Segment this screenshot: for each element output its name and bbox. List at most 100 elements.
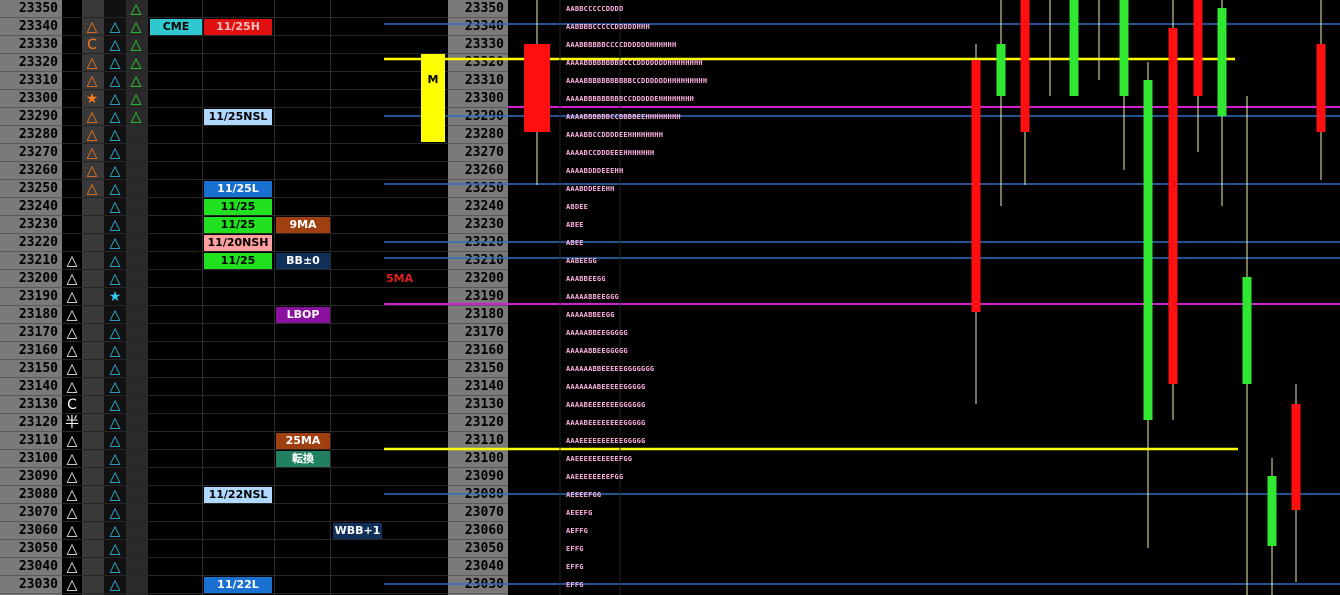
price-level[interactable]: 23120 [0, 414, 62, 432]
price-level[interactable]: 23240 [448, 198, 508, 216]
price-level[interactable]: 23060 [0, 522, 62, 540]
price-level[interactable]: 23280 [448, 126, 508, 144]
price-level[interactable]: 23060 [448, 522, 508, 540]
price-level[interactable]: 23310 [448, 72, 508, 90]
price-level[interactable]: 23260 [448, 162, 508, 180]
price-level[interactable]: 23240 [0, 198, 62, 216]
triangle-icon: △ [109, 55, 121, 71]
level-label[interactable]: 11/20NSH [204, 235, 272, 251]
price-level[interactable]: 23050 [448, 540, 508, 558]
level-label[interactable]: 11/25 [204, 199, 272, 215]
price-level[interactable]: 23170 [448, 324, 508, 342]
level-label[interactable]: 11/25H [204, 19, 272, 35]
price-level[interactable]: 23290 [0, 108, 62, 126]
price-level[interactable]: 23270 [448, 144, 508, 162]
price-level[interactable]: 23160 [0, 342, 62, 360]
triangle-icon: △ [66, 559, 78, 575]
price-level[interactable]: 23090 [448, 468, 508, 486]
price-level[interactable]: 23140 [448, 378, 508, 396]
triangle-icon: △ [109, 217, 121, 233]
price-level[interactable]: 23230 [448, 216, 508, 234]
price-level[interactable]: 23150 [0, 360, 62, 378]
price-level[interactable]: 23030 [0, 576, 62, 594]
price-level[interactable]: 23110 [448, 432, 508, 450]
price-level[interactable]: 23110 [0, 432, 62, 450]
price-level[interactable]: 23300 [0, 90, 62, 108]
price-level[interactable]: 23210 [448, 252, 508, 270]
price-level[interactable]: 23170 [0, 324, 62, 342]
price-level[interactable]: 23270 [0, 144, 62, 162]
grid-line [82, 485, 104, 486]
price-level[interactable]: 23250 [448, 180, 508, 198]
price-level[interactable]: 23230 [0, 216, 62, 234]
level-label[interactable]: 11/25L [204, 181, 272, 197]
price-level[interactable]: 23180 [448, 306, 508, 324]
price-level[interactable]: 23130 [448, 396, 508, 414]
grid-line [384, 503, 448, 504]
price-level[interactable]: 23320 [448, 54, 508, 72]
c-mark-icon: C [87, 37, 97, 53]
level-label[interactable]: 11/22NSL [204, 487, 272, 503]
price-level[interactable]: 23320 [0, 54, 62, 72]
price-level[interactable]: 23350 [448, 0, 508, 18]
price-level[interactable]: 23310 [0, 72, 62, 90]
grid-line [148, 413, 384, 414]
price-level[interactable]: 23350 [0, 0, 62, 18]
grid-line [384, 467, 448, 468]
price-level[interactable]: 23130 [0, 396, 62, 414]
price-level[interactable]: 23200 [448, 270, 508, 288]
level-label[interactable]: 9MA [276, 217, 330, 233]
level-label[interactable]: LBOP [276, 307, 330, 323]
price-level[interactable]: 23150 [448, 360, 508, 378]
price-level[interactable]: 23180 [0, 306, 62, 324]
price-level[interactable]: 23330 [448, 36, 508, 54]
tpo-row: AAABBEEGG [566, 275, 606, 283]
price-level[interactable]: 23030 [448, 576, 508, 594]
level-label[interactable]: 11/25 [204, 217, 272, 233]
level-label[interactable]: WBB+1 [333, 523, 382, 539]
price-level[interactable]: 23290 [448, 108, 508, 126]
price-level[interactable]: 23330 [0, 36, 62, 54]
triangle-icon: △ [66, 487, 78, 503]
price-level[interactable]: 23190 [0, 288, 62, 306]
level-label[interactable]: 転換 [276, 451, 330, 467]
price-level[interactable]: 23250 [0, 180, 62, 198]
price-level[interactable]: 23090 [0, 468, 62, 486]
price-level[interactable]: 23300 [448, 90, 508, 108]
tpo-row: AABEEGG [566, 257, 597, 265]
grid-line [62, 89, 82, 90]
grid-line [126, 305, 148, 306]
price-level[interactable]: 23220 [448, 234, 508, 252]
level-label[interactable]: 11/25 [204, 253, 272, 269]
triangle-icon: △ [109, 253, 121, 269]
level-label[interactable]: CME [150, 19, 202, 35]
level-label[interactable]: 11/25NSL [204, 109, 272, 125]
price-level[interactable]: 23160 [448, 342, 508, 360]
price-level[interactable]: 23100 [448, 450, 508, 468]
price-level[interactable]: 23220 [0, 234, 62, 252]
price-level[interactable]: 23210 [0, 252, 62, 270]
price-level[interactable]: 23070 [448, 504, 508, 522]
triangle-icon: △ [66, 541, 78, 557]
triangle-icon: △ [109, 559, 121, 575]
level-label[interactable]: BB±0 [276, 253, 330, 269]
price-level[interactable]: 23080 [0, 486, 62, 504]
grid-line [148, 251, 384, 252]
price-level[interactable]: 23140 [0, 378, 62, 396]
price-level[interactable]: 23100 [0, 450, 62, 468]
price-level[interactable]: 23340 [0, 18, 62, 36]
price-level[interactable]: 23200 [0, 270, 62, 288]
price-level[interactable]: 23340 [448, 18, 508, 36]
price-level[interactable]: 23190 [448, 288, 508, 306]
price-level[interactable]: 23040 [448, 558, 508, 576]
price-level[interactable]: 23070 [0, 504, 62, 522]
level-label[interactable]: 25MA [276, 433, 330, 449]
price-level[interactable]: 23040 [0, 558, 62, 576]
triangle-icon: △ [109, 433, 121, 449]
price-level[interactable]: 23260 [0, 162, 62, 180]
price-level[interactable]: 23120 [448, 414, 508, 432]
price-level[interactable]: 23280 [0, 126, 62, 144]
price-level[interactable]: 23050 [0, 540, 62, 558]
level-label[interactable]: 11/22L [204, 577, 272, 593]
price-level[interactable]: 23080 [448, 486, 508, 504]
